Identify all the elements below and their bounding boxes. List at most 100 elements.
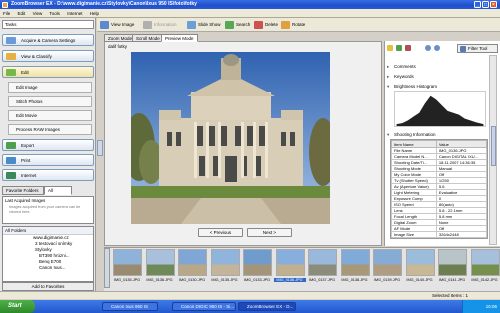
internet-button[interactable]: Internet <box>2 169 94 181</box>
histogram-section[interactable]: ▾ Brightness Histogram <box>386 83 488 91</box>
expand-arrow-icon: ▸ <box>387 74 390 79</box>
shooting-info-section[interactable]: ▾ Shooting Information <box>386 131 488 139</box>
taskbar-item[interactable]: Canon DIGIC 950 IS - Si... <box>172 302 236 311</box>
information-button[interactable]: Information <box>143 20 177 30</box>
menu-tools[interactable]: Tools <box>49 11 60 16</box>
thumbnail[interactable]: IMG_0138.JPG <box>339 248 371 288</box>
thumbnail[interactable]: IMG_0140.JPG <box>404 248 436 288</box>
edit-movie-button[interactable]: Edit Movie <box>8 110 92 121</box>
menu-file[interactable]: File <box>3 11 10 16</box>
window-title: ZoomBrowser EX - D:\www.digimanie.cz\Sty… <box>11 1 197 7</box>
taskbar-item[interactable]: Canon Ixus 950 IS <box>102 302 158 311</box>
menu-edit[interactable]: Edit <box>18 11 26 16</box>
all-folders-label: All Folders <box>3 227 93 235</box>
thumbnail-caption: IMG_0138.JPG <box>341 278 368 282</box>
thumbnail[interactable]: IMG_0136.JPG <box>144 248 176 288</box>
collapse-panel-handle[interactable] <box>97 140 103 156</box>
forward-icon[interactable] <box>434 45 440 51</box>
thumbnail-image <box>308 249 337 276</box>
thumbnail-image <box>373 249 402 276</box>
rotate-button[interactable]: Rotate <box>281 20 305 30</box>
thumbnail[interactable]: IMG_0135.JPG <box>111 248 143 288</box>
thumbnail-caption: IMG_0135.JPG <box>211 278 238 282</box>
thumbnail[interactable]: IMG_0136.JPG <box>273 248 306 288</box>
thumbnail[interactable]: IMG_0133.JPG <box>241 248 273 288</box>
search-button[interactable]: Search <box>225 20 250 30</box>
acquire-camera-settings-button[interactable]: Acquire & Camera Settings <box>2 34 94 46</box>
slideshow-icon <box>187 21 196 29</box>
delete-button[interactable]: Delete <box>254 20 278 30</box>
preview-photo[interactable] <box>131 52 330 224</box>
slide-show-button[interactable]: Slide Show <box>187 20 221 30</box>
next-button[interactable]: Next > <box>247 228 292 237</box>
delete-icon <box>254 21 263 29</box>
shooting-info-table: Item Name Value File Name IMG_0136.JPG Cam… <box>390 139 488 239</box>
thumbnail[interactable]: IMG_0135.JPG <box>209 248 241 288</box>
edit-image-button[interactable]: Edit Image <box>8 82 92 93</box>
scrollbar-thumb[interactable] <box>491 126 496 166</box>
export-button[interactable]: Export <box>2 139 94 151</box>
thumbnail[interactable]: IMG_0137.JPG <box>306 248 338 288</box>
minimize-button[interactable]: _ <box>474 1 481 8</box>
tab-preview-mode[interactable]: Preview Mode <box>161 34 198 42</box>
thumbnail-caption: IMG_0133.JPG <box>243 278 271 282</box>
tree-node[interactable]: Canon Ixus... <box>3 265 93 271</box>
stitch-photos-button[interactable]: Stitch Photos <box>8 96 92 107</box>
camera-icon <box>6 37 16 44</box>
thumbnail-image <box>113 249 142 276</box>
menu-view[interactable]: View <box>33 11 43 16</box>
thumbnail[interactable]: IMG_0141.JPG <box>436 248 468 288</box>
tab-scroll-mode[interactable]: Scroll Mode <box>132 34 164 42</box>
printer-icon <box>6 157 16 164</box>
system-tray: 16:06 <box>462 300 500 313</box>
menu-bar: File Edit View Tools Internet Help <box>0 9 500 18</box>
last-acquired-note: Images acquired from your camera can be … <box>9 205 81 214</box>
protect-icon[interactable] <box>405 45 411 51</box>
process-raw-button[interactable]: Process RAW Images <box>8 124 92 135</box>
star-icon[interactable] <box>387 45 393 51</box>
view-classify-button[interactable]: View & Classify <box>2 50 94 62</box>
start-button[interactable]: Start <box>0 300 35 313</box>
thumbnail-image <box>178 249 207 276</box>
thumbnail[interactable]: IMG_0139.JPG <box>371 248 403 288</box>
edit-button[interactable]: Edit <box>2 66 94 78</box>
maximize-button[interactable]: □ <box>482 1 489 8</box>
thumbnail-caption: IMG_0141.JPG <box>438 278 466 282</box>
brightness-histogram <box>394 91 486 127</box>
menu-internet[interactable]: Internet <box>67 11 82 16</box>
scroll-left-button[interactable] <box>104 248 110 288</box>
menu-help[interactable]: Help <box>90 11 99 16</box>
back-icon[interactable] <box>425 45 431 51</box>
thumbnail[interactable]: IMG_0130.JPG <box>176 248 208 288</box>
title-bar: ZoomBrowser EX - D:\www.digimanie.cz\Sty… <box>0 0 500 9</box>
tab-all-folders[interactable]: All Folders <box>44 186 72 201</box>
view-image-icon <box>100 21 109 29</box>
keywords-section[interactable]: ▸ Keywords <box>386 73 488 81</box>
status-bar: Selected Items : 1 <box>0 291 500 299</box>
print-button[interactable]: Print <box>2 154 94 166</box>
thumbnail[interactable]: IMG_0142.JPG <box>469 248 500 288</box>
close-button[interactable]: × <box>490 1 497 8</box>
comments-section[interactable]: ▸ Comments <box>386 63 488 71</box>
thumbnail-image <box>145 249 175 276</box>
check-icon[interactable] <box>396 45 402 51</box>
view-image-button[interactable]: View Image <box>100 20 134 30</box>
thumbnail-image <box>243 249 272 276</box>
table-row: Camera Model N... Canon DIGITAL IXU... <box>391 153 488 160</box>
globe-icon <box>6 172 16 179</box>
previous-button[interactable]: < Previous <box>198 228 243 237</box>
info-panel-scrollbar[interactable] <box>489 55 497 245</box>
table-row: Shooting Date/Ti... 18.11.2007 14:36:35 <box>391 159 488 166</box>
export-icon <box>6 142 16 149</box>
taskbar-item[interactable]: ZoomBrowser EX - D... <box>238 302 296 311</box>
folder-name: dalif fotky <box>108 44 128 49</box>
tasks-header: Tasks <box>2 20 94 29</box>
thumbnail-caption: IMG_0130.JPG <box>178 278 206 282</box>
thumbnail-caption: IMG_0139.JPG <box>373 278 401 282</box>
folder-tree: All Folders www.digimanie.cz 3 testovací… <box>2 226 94 282</box>
thumbnail-image <box>275 249 305 276</box>
filter-tool-button[interactable]: Filter Tool <box>457 44 498 53</box>
thumbnail-image <box>340 249 370 276</box>
add-to-favorites-button[interactable]: Add to Favorites <box>2 282 94 291</box>
tab-favorite-folders[interactable]: Favorite Folders <box>2 186 44 195</box>
